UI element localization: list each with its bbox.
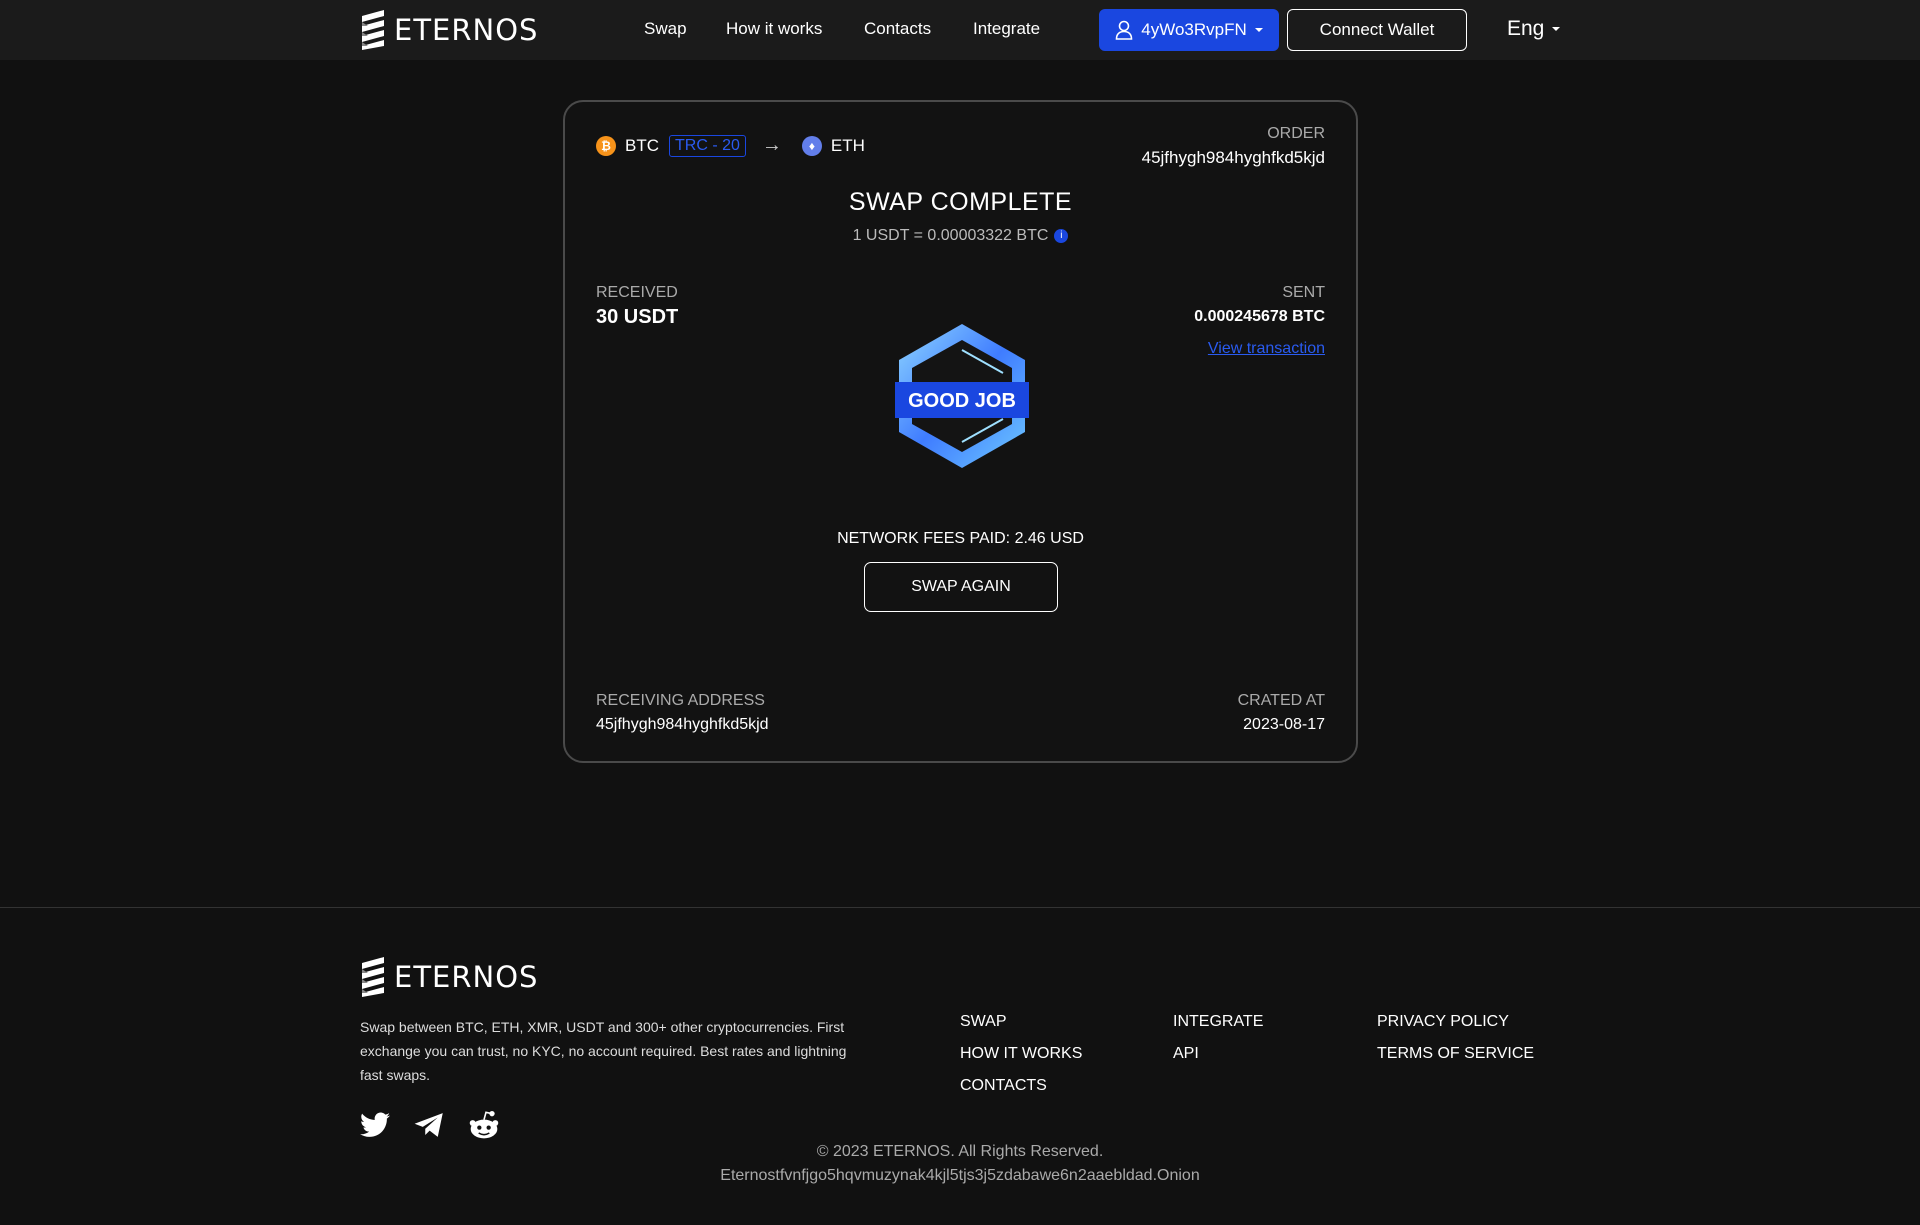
chevron-down-icon (1552, 27, 1561, 31)
footer-link-terms-of-service[interactable]: TERMS OF SERVICE (1377, 1045, 1534, 1063)
received-label: RECEIVED (596, 284, 678, 301)
copyright: © 2023 ETERNOS. All Rights Reserved. (816, 1143, 1104, 1160)
receiving-address-value: 45jfhygh984hyghfkd5kjd (596, 716, 769, 733)
arrow-right-icon: → (761, 134, 782, 156)
order-id: 45jfhygh984hyghfkd5kjd (1141, 148, 1325, 167)
swap-complete-card: ₿ BTC TRC - 20 → ♦ ETH ORDER 45jfhygh984… (563, 100, 1358, 763)
footer-description: Swap between BTC, ETH, XMR, USDT and 300… (360, 1019, 847, 1083)
eternos-logo-icon (362, 957, 384, 997)
user-icon (1115, 20, 1133, 40)
nav-how-it-works[interactable]: How it works (726, 19, 822, 39)
eternos-logo-icon (362, 10, 384, 50)
footer-link-privacy-policy[interactable]: PRIVACY POLICY (1377, 1013, 1509, 1031)
exchange-rate: 1 USDT = 0.00003322 BTC i (565, 227, 1356, 245)
eth-icon: ♦ (801, 135, 822, 156)
swap-again-button[interactable]: SWAP AGAIN (864, 562, 1058, 612)
footer-link-api[interactable]: API (1173, 1045, 1199, 1063)
header: ETERNOS Swap How it works Contacts Integ… (0, 0, 1920, 60)
exchange-rate-text: 1 USDT = 0.00003322 BTC (852, 227, 1049, 244)
order-label: ORDER (1267, 125, 1325, 142)
good-job-badge: GOOD JOB (895, 324, 1029, 468)
logo-text: ETERNOS (394, 13, 539, 47)
created-at-value: 2023-08-17 (1243, 716, 1325, 733)
language-label: Eng (1507, 17, 1545, 40)
logo[interactable]: ETERNOS (360, 10, 538, 50)
footer-divider (0, 907, 1920, 908)
language-selector[interactable]: Eng (1507, 17, 1561, 41)
received-value: 30 USDT (596, 306, 679, 328)
onion-address: Eternostfvnfjgo5hqvmuzynak4kjl5tjs3j5zda… (720, 1167, 1200, 1184)
reddit-icon[interactable] (468, 1110, 500, 1140)
nav-integrate[interactable]: Integrate (973, 19, 1040, 39)
sent-value: 0.000245678 BTC (1194, 308, 1325, 325)
from-coin: BTC (625, 135, 659, 155)
created-at-label: CRATED AT (1237, 692, 1325, 709)
chevron-down-icon (1254, 28, 1263, 32)
swap-status-title: SWAP COMPLETE (848, 188, 1073, 216)
swap-pair: ₿ BTC TRC - 20 → ♦ ETH (596, 134, 865, 157)
btc-icon: ₿ (596, 135, 616, 156)
user-account-label: 4yWo3RvpFN (1141, 20, 1247, 39)
footer-link-integrate[interactable]: INTEGRATE (1173, 1013, 1263, 1031)
footer-link-contacts[interactable]: CONTACTS (960, 1077, 1047, 1095)
footer-logo[interactable]: ETERNOS (360, 957, 538, 997)
footer-link-swap[interactable]: SWAP (960, 1013, 1007, 1031)
to-coin: ETH (830, 135, 865, 155)
badge-text: GOOD JOB (908, 390, 1016, 412)
social-links (360, 1110, 500, 1140)
telegram-icon[interactable] (414, 1112, 444, 1138)
footer-link-how-it-works[interactable]: HOW IT WORKS (960, 1045, 1082, 1063)
receiving-address-label: RECEIVING ADDRESS (596, 692, 765, 709)
network-tag: TRC - 20 (669, 134, 746, 157)
view-transaction-link[interactable]: View transaction (1208, 340, 1325, 358)
footer-logo-text: ETERNOS (394, 960, 539, 994)
nav-swap[interactable]: Swap (644, 19, 687, 39)
user-account-button[interactable]: 4yWo3RvpFN (1099, 9, 1279, 51)
nav-contacts[interactable]: Contacts (864, 19, 931, 39)
sent-label: SENT (1282, 284, 1325, 301)
twitter-icon[interactable] (360, 1112, 390, 1138)
network-fees: NETWORK FEES PAID: 2.46 USD (837, 530, 1084, 547)
connect-wallet-button[interactable]: Connect Wallet (1287, 9, 1467, 51)
info-icon[interactable]: i (1054, 228, 1069, 243)
